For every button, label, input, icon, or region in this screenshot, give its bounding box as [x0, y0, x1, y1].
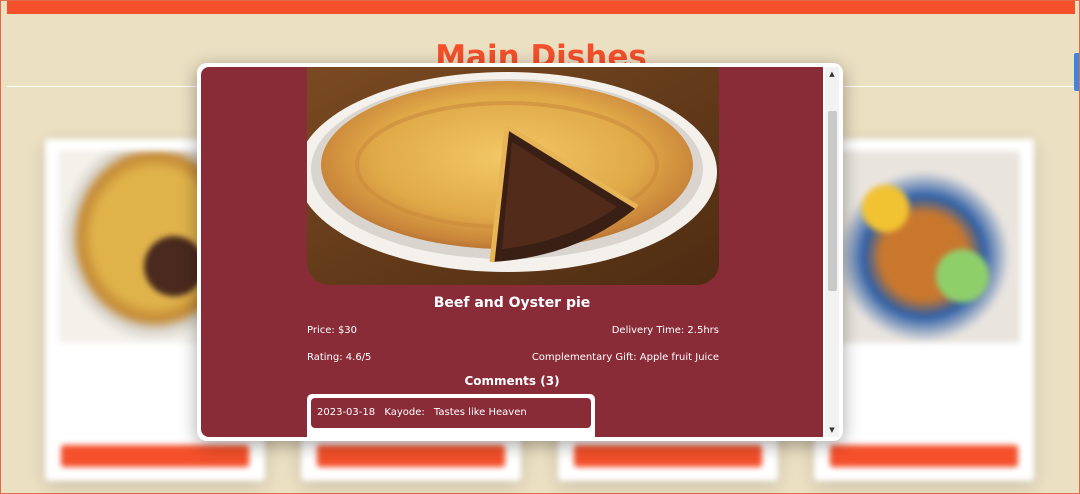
comment-item: 2023-03-18 Kayode: Tastes like Heaven	[311, 398, 591, 428]
dish-card-button[interactable]	[574, 445, 762, 467]
dish-card-button[interactable]	[61, 445, 249, 467]
beef-pie-illustration	[307, 67, 719, 285]
dish-card-button[interactable]	[317, 445, 505, 467]
dish-rating: Rating: 4.6/5	[307, 352, 372, 363]
dish-name: Beef and Oyster pie	[433, 295, 591, 311]
dish-card-button[interactable]	[830, 445, 1018, 467]
dish-card-image	[828, 151, 1020, 343]
comments-list: 2023-03-18 Kayode: Tastes like Heaven	[307, 394, 595, 437]
complementary-gift: Complementary Gift: Apple fruit Juice	[531, 352, 719, 363]
triangle-up-icon[interactable]: ▲	[825, 67, 839, 81]
dish-card[interactable]	[814, 139, 1034, 481]
modal-content: Beef and Oyster pie Price: $30 Delivery …	[201, 67, 823, 437]
delivery-time: Delivery Time: 2.5hrs	[611, 325, 719, 336]
modal-scrollbar[interactable]: ▲ ▼	[825, 67, 839, 437]
triangle-down-icon[interactable]: ▼	[825, 423, 839, 437]
comments-heading: Comments (3)	[464, 374, 560, 388]
scrollbar-thumb[interactable]	[828, 111, 837, 291]
comment-author: Kayode:	[384, 407, 425, 418]
comment-date: 2023-03-18	[317, 407, 376, 418]
dish-photo	[307, 67, 719, 285]
dish-details-modal: Beef and Oyster pie Price: $30 Delivery …	[197, 63, 843, 441]
dish-price: Price: $30	[307, 325, 358, 336]
comment-text: Tastes like Heaven	[433, 407, 527, 418]
